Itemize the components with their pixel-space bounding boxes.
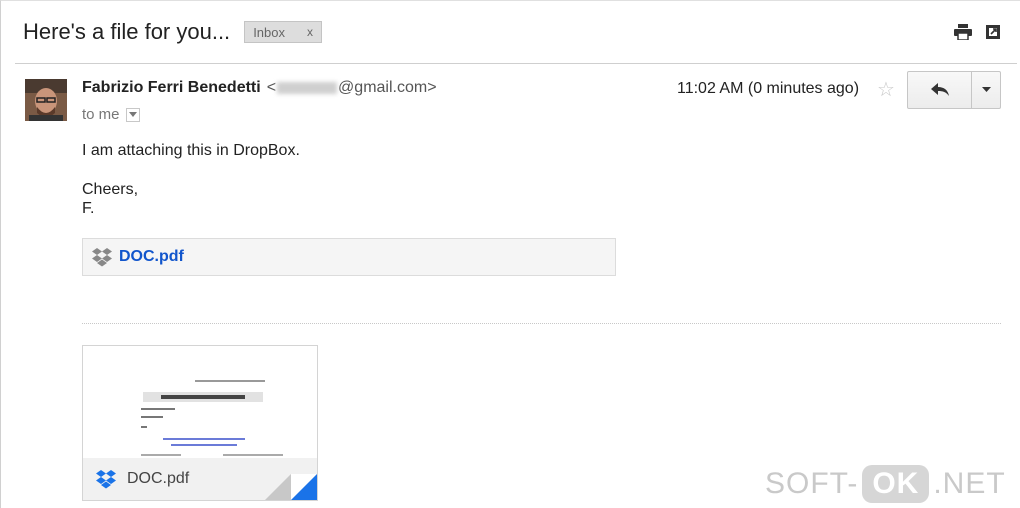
chevron-down-icon [981, 87, 991, 92]
email-domain: @gmail.com> [338, 79, 437, 96]
top-actions [954, 23, 1002, 41]
email-view: Here's a file for you... Inbox x Fabrizi… [0, 0, 1020, 508]
body-line: F. [82, 200, 95, 217]
star-icon[interactable]: ☆ [877, 77, 895, 102]
details-dropdown-button[interactable] [125, 107, 140, 122]
reply-button[interactable] [908, 72, 972, 108]
print-icon[interactable] [954, 23, 972, 41]
body-line: Cheers, [82, 181, 139, 198]
reply-icon [930, 83, 949, 96]
sender-email: < @gmail.com> [267, 79, 437, 97]
body-line: I am attaching this in DropBox. [82, 142, 300, 159]
dropbox-icon [92, 248, 112, 267]
attachments-separator [82, 323, 1001, 324]
email-bracket-open: < [266, 79, 277, 96]
more-actions-button[interactable] [972, 72, 1000, 108]
remove-label-button[interactable]: x [307, 25, 313, 39]
reply-button-group [907, 71, 1001, 109]
attachment-thumbnail[interactable]: DOC.pdf [82, 345, 318, 501]
dropbox-icon [96, 470, 116, 489]
new-window-icon[interactable] [984, 23, 1002, 41]
inbox-label-chip[interactable]: Inbox x [244, 21, 322, 43]
chevron-down-icon [128, 111, 137, 117]
dropbox-attachment[interactable]: DOC.pdf [82, 238, 616, 276]
thumbnail-filename: DOC.pdf [127, 470, 190, 487]
watermark: SOFT- OK .NET [765, 459, 1020, 508]
to-me-text: to me [82, 106, 120, 123]
watermark-left: SOFT- [765, 467, 859, 500]
email-body: I am attaching this in DropBox. Cheers, … [82, 141, 300, 218]
file-corner-icon [265, 474, 317, 500]
subject-row: Here's a file for you... Inbox x [23, 15, 322, 49]
email-timestamp: 11:02 AM (0 minutes ago) [677, 80, 860, 97]
header-divider [15, 63, 1017, 64]
sender-line: Fabrizio Ferri Benedetti < @gmail.com> [82, 79, 437, 97]
label-text: Inbox [253, 24, 285, 40]
recipient-line: to me [82, 106, 140, 123]
watermark-ok: OK [862, 465, 930, 503]
redacted-username [277, 81, 338, 94]
email-subject: Here's a file for you... [23, 19, 231, 44]
sender-avatar[interactable] [25, 79, 67, 121]
sender-name[interactable]: Fabrizio Ferri Benedetti [82, 79, 261, 97]
watermark-right: .NET [933, 467, 1006, 500]
document-preview [83, 346, 317, 458]
attachment-link[interactable]: DOC.pdf [119, 248, 184, 266]
